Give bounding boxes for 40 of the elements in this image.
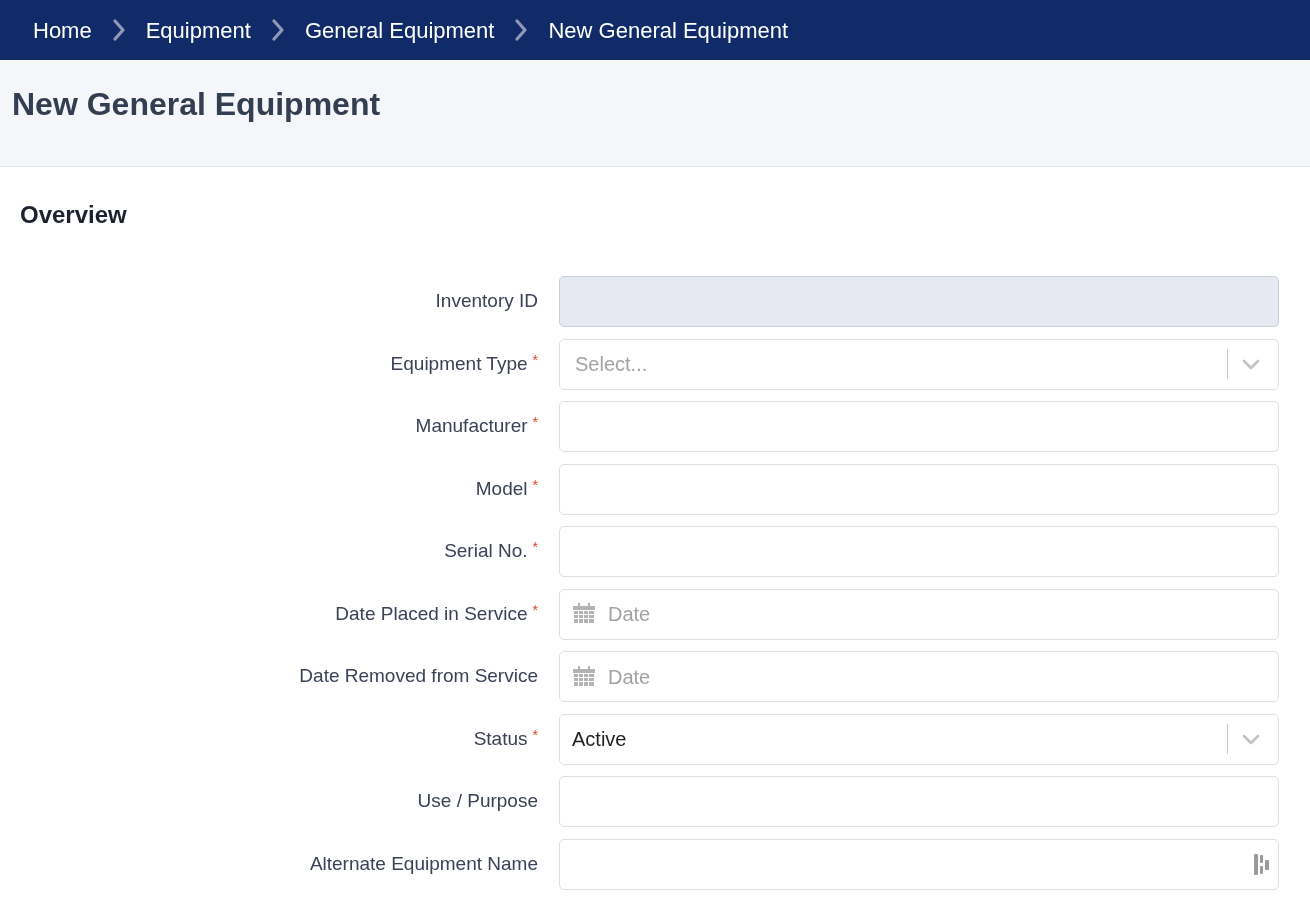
text-input-field[interactable] [559, 526, 1279, 577]
date-placeholder: Date [608, 664, 652, 690]
calendar-icon [573, 603, 595, 625]
required-mark: * [532, 725, 538, 745]
dropdown-caret-icon [1242, 358, 1260, 370]
field-label: Manufacturer [415, 414, 528, 439]
field-label: Date Removed from Service [299, 664, 538, 689]
required-mark: * [532, 350, 538, 370]
select-placeholder: Select... [574, 353, 648, 375]
select-field[interactable]: Active [559, 713, 1279, 765]
field-label: Alternate Equipment Name [309, 851, 538, 876]
required-mark: * [532, 475, 538, 495]
required-mark: * [532, 600, 538, 620]
breadcrumb-link[interactable]: New General Equipment [548, 13, 789, 47]
text-input-field[interactable] [559, 838, 1279, 890]
field-label: Status [473, 726, 528, 751]
field-label: Model [475, 476, 528, 501]
breadcrumb-link[interactable]: Equipment [145, 13, 251, 47]
field-label: Use / Purpose [417, 789, 538, 814]
field-label: Inventory ID [435, 289, 538, 314]
chevron-right-icon [111, 19, 126, 41]
dropdown-caret-icon [1242, 733, 1260, 745]
section-title: Overview [19, 200, 128, 230]
required-mark: * [532, 538, 538, 558]
text-input-field[interactable] [559, 776, 1279, 827]
page-title: New General Equipment [12, 85, 381, 124]
select-value: Active [572, 728, 627, 750]
field-label: Equipment Type [390, 351, 528, 376]
breadcrumb-link[interactable]: Home [33, 13, 92, 47]
text-input-field[interactable] [559, 463, 1279, 515]
autofill-icon[interactable] [1254, 853, 1269, 875]
field-label: Serial No. [444, 539, 528, 564]
field-label: Date Placed in Service [335, 601, 528, 626]
required-mark: * [532, 413, 538, 433]
chevron-right-icon [514, 19, 529, 41]
calendar-icon [573, 665, 595, 688]
breadcrumb-link[interactable]: General Equipment [304, 13, 495, 47]
text-input-field[interactable] [559, 401, 1279, 452]
date-placeholder: Date [608, 602, 652, 627]
chevron-right-icon [270, 19, 285, 41]
